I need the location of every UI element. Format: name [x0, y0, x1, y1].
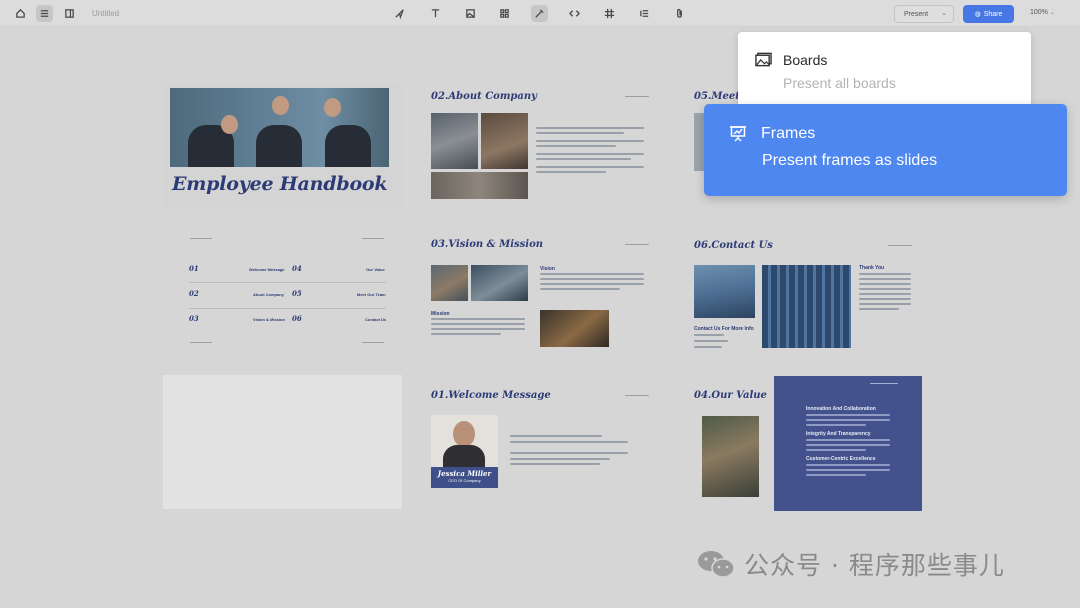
panel-icon[interactable] [61, 5, 78, 22]
vision-label: Vision [540, 266, 555, 272]
present-option-frames[interactable]: Frames Present frames as slides [704, 104, 1067, 196]
wechat-logo-icon [698, 551, 735, 578]
toc-label: Vision & Mission [253, 317, 285, 322]
zoom-label: 100% [1030, 9, 1048, 16]
watermark: 公众号 · 程序那些事儿 [696, 546, 1005, 582]
document-title[interactable]: Untitled [92, 9, 119, 18]
list-icon[interactable] [636, 5, 653, 22]
office-photo [431, 113, 478, 169]
toc-number: 03 [189, 314, 199, 323]
attachment-icon[interactable] [671, 5, 688, 22]
toc-label: Contact Us [365, 317, 387, 322]
present-label: Present [904, 10, 929, 18]
cover-photo [170, 88, 389, 167]
portrait-photo [431, 415, 498, 467]
office-night-photo [540, 310, 609, 347]
building-photo [694, 265, 755, 318]
share-label: Share [983, 10, 1003, 18]
text-icon[interactable] [427, 5, 444, 22]
values-panel: Innovation And Collaboration Integrity A… [774, 376, 922, 511]
watermark-text: 公众号 · 程序那些事儿 [744, 551, 1005, 580]
frame-icon[interactable] [601, 5, 618, 22]
globe-icon: ◍ [974, 11, 981, 18]
mission-label: Mission [431, 311, 450, 317]
value-heading: Innovation And Collaboration [806, 406, 876, 412]
blank-board[interactable] [163, 375, 402, 509]
toc-number: 01 [189, 264, 199, 273]
toc-label: Our Value [366, 267, 385, 272]
building-photo [762, 265, 851, 348]
meet-team-title: 05.Meet [694, 91, 740, 102]
toc-number: 05 [292, 289, 302, 298]
toc-number: 04 [292, 264, 302, 273]
toc-number: 06 [292, 314, 302, 323]
value-title: 04.Our Value [694, 390, 767, 401]
top-toolbar: Untitled Present ⌄ ◍ Share 100% ⌄ [0, 0, 1080, 27]
chevron-down-icon: ⌄ [1049, 10, 1055, 16]
person-role: CEO Of Company [448, 478, 481, 483]
components-icon[interactable] [496, 5, 513, 22]
team-meeting-photo [431, 265, 468, 301]
contact-title: 06.Contact Us [694, 240, 773, 251]
presentation-icon [730, 126, 746, 142]
office-photo [481, 113, 528, 169]
name-card: Jessica Miller CEO Of Company [431, 467, 498, 488]
vision-title: 03.Vision & Mission [431, 239, 544, 250]
home-icon[interactable] [12, 5, 29, 22]
code-icon[interactable] [566, 5, 583, 22]
zoom-control[interactable]: 100% ⌄ [1030, 9, 1055, 16]
person-name: Jessica Miller [437, 469, 492, 478]
share-button[interactable]: ◍ Share [963, 5, 1014, 23]
image-icon [755, 52, 772, 67]
contact-info: Contact Us For More Info [694, 326, 754, 332]
thank-you-label: Thank You [859, 265, 885, 271]
about-title: 02.About Company [431, 91, 537, 102]
team-meeting-photo [471, 265, 528, 301]
toc-label: Welcome Message [249, 267, 285, 272]
present-button[interactable]: Present ⌄ [894, 5, 954, 23]
value-heading: Integrity And Transparency [806, 431, 871, 437]
office-photo [431, 172, 528, 199]
frames-description: Present frames as slides [762, 152, 938, 169]
cover-title: Employee Handbook [172, 173, 388, 195]
boards-description: Present all boards [783, 75, 896, 91]
toc-label: Meet Our Team [357, 292, 386, 297]
toc-label: About Company [253, 292, 284, 297]
meeting-photo [702, 416, 759, 497]
present-option-boards[interactable]: Boards Present all boards [738, 32, 1031, 112]
welcome-title: 01.Welcome Message [431, 390, 551, 401]
frames-title: Frames [761, 125, 816, 142]
toc-number: 02 [189, 289, 199, 298]
chevron-down-icon: ⌄ [941, 10, 947, 17]
value-heading: Customer-Centric Excellence [806, 456, 876, 462]
menu-icon[interactable] [36, 5, 53, 22]
pen-icon[interactable] [531, 5, 548, 22]
image-icon[interactable] [462, 5, 479, 22]
boards-title: Boards [783, 52, 828, 68]
pointer-icon[interactable] [391, 5, 408, 22]
